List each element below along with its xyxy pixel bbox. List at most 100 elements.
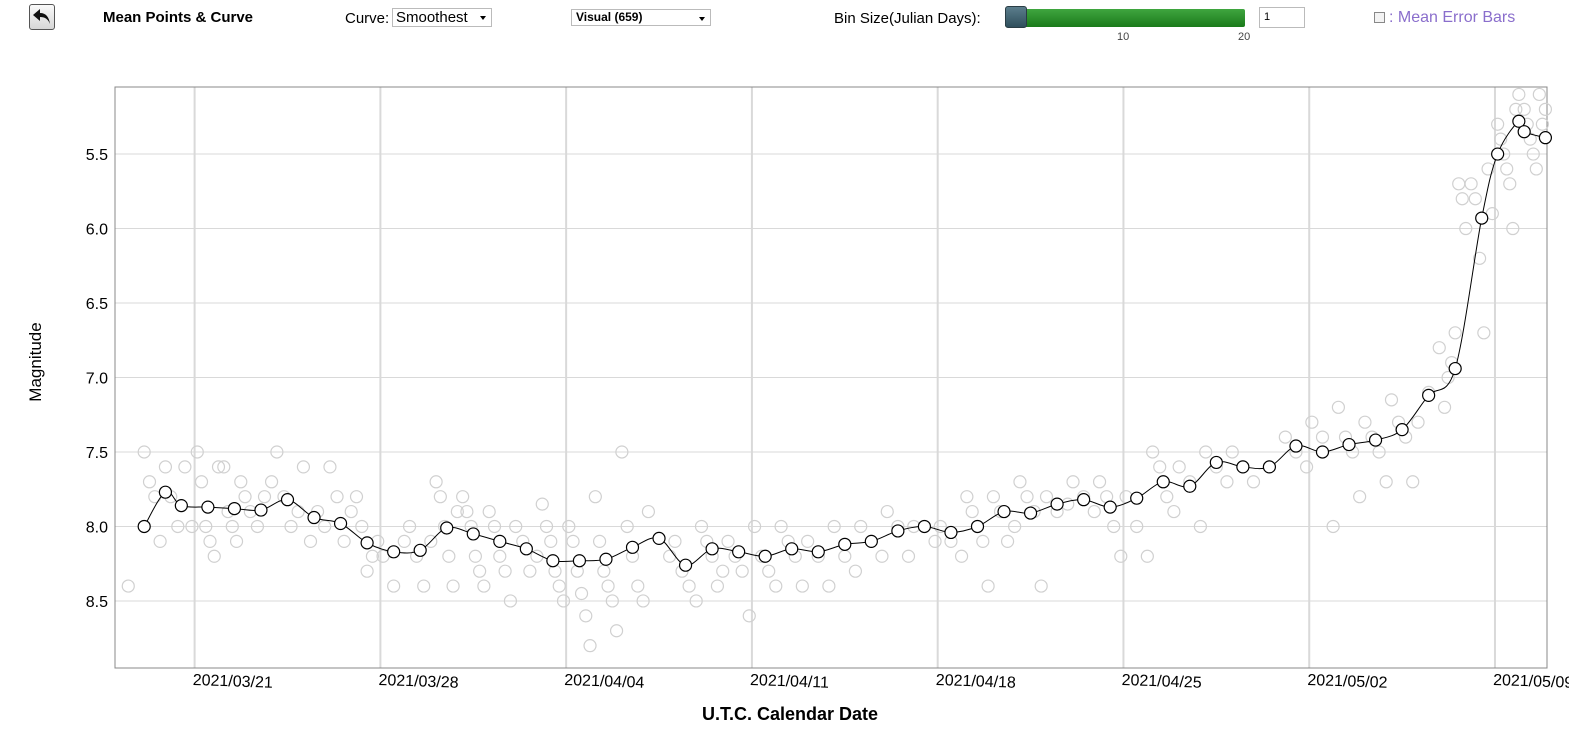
mean-point xyxy=(360,536,374,550)
mean-point xyxy=(201,500,215,514)
observation-point xyxy=(387,579,401,593)
observation-point xyxy=(158,460,173,474)
mean-point xyxy=(546,554,560,568)
x-tick-label: 2021/04/18 xyxy=(936,672,1017,692)
observation-point xyxy=(1448,326,1462,340)
observation-point xyxy=(1529,162,1543,176)
mean-point xyxy=(758,549,772,563)
observation-point xyxy=(769,579,783,593)
observation-point xyxy=(1087,504,1101,519)
observation-point xyxy=(1160,490,1174,504)
observation-point xyxy=(1092,475,1107,489)
mean-point xyxy=(1183,479,1197,493)
observation-point xyxy=(579,609,593,623)
observation-point xyxy=(1411,415,1425,429)
observation-point xyxy=(456,490,470,504)
mean-point xyxy=(864,534,878,548)
mean-point xyxy=(785,542,799,556)
x-axis-title: U.T.C. Calendar Date xyxy=(702,704,878,724)
observation-point xyxy=(1246,475,1261,489)
observation-point xyxy=(1384,393,1399,407)
observation-point xyxy=(762,564,776,578)
mean-point xyxy=(1368,433,1383,447)
observation-point xyxy=(574,586,589,601)
mean-point xyxy=(1538,131,1553,145)
mean-point xyxy=(1448,361,1462,376)
observation-point xyxy=(795,579,809,593)
observation-point xyxy=(1013,475,1027,489)
observation-point xyxy=(566,534,580,548)
observation-point xyxy=(1305,415,1319,429)
observation-point xyxy=(716,564,730,578)
mean-point xyxy=(1156,475,1170,489)
observation-point xyxy=(1114,549,1128,563)
y-tick-label: 6.0 xyxy=(86,222,108,239)
observation-point xyxy=(121,579,135,593)
mean-point xyxy=(466,527,480,541)
observation-point xyxy=(875,549,889,563)
mean-point xyxy=(440,521,454,535)
observation-point xyxy=(1468,192,1482,206)
mean-point xyxy=(1077,493,1091,507)
mean-point xyxy=(1422,388,1436,402)
mean-point xyxy=(1342,437,1356,452)
mean-point xyxy=(997,504,1011,519)
mean-point xyxy=(280,493,295,507)
observation-point xyxy=(960,490,974,504)
mean-point xyxy=(1315,445,1330,459)
mean-point xyxy=(158,485,173,499)
observation-point xyxy=(552,579,566,593)
observation-point xyxy=(1220,475,1234,489)
observation-point xyxy=(544,534,558,548)
mean-point xyxy=(732,545,746,559)
mean-point xyxy=(493,534,507,548)
observation-point xyxy=(360,564,374,578)
y-tick-label: 5.5 xyxy=(86,147,108,164)
observation-point xyxy=(433,490,447,504)
observation-point xyxy=(217,460,231,474)
observation-point xyxy=(153,534,167,548)
observation-point xyxy=(1315,430,1330,444)
observation-point xyxy=(735,564,749,578)
mean-point xyxy=(174,499,188,513)
observation-point xyxy=(493,549,507,563)
mean-point xyxy=(572,554,587,568)
mean-point xyxy=(227,501,242,516)
observation-point xyxy=(1432,341,1446,355)
y-tick-label: 7.5 xyxy=(86,445,108,462)
observation-point xyxy=(838,549,852,563)
observation-point xyxy=(291,504,305,519)
y-tick-label: 7.0 xyxy=(86,371,108,388)
observation-point xyxy=(1000,534,1015,548)
observation-point xyxy=(238,490,252,504)
observation-point xyxy=(976,534,990,548)
observation-point xyxy=(954,549,969,563)
observation-point xyxy=(450,504,464,519)
observation-point xyxy=(588,490,602,504)
observation-point xyxy=(801,534,815,548)
mean-point xyxy=(811,545,825,559)
mean-point xyxy=(137,519,151,534)
x-tick-label: 2021/03/21 xyxy=(192,672,273,692)
observation-point xyxy=(482,504,496,519)
mean-point xyxy=(333,516,348,531)
y-tick-label: 8.0 xyxy=(86,519,108,536)
observation-point xyxy=(349,490,364,504)
observation-point xyxy=(1437,400,1452,414)
observation-point xyxy=(721,534,735,548)
observation-point xyxy=(1503,177,1517,191)
mean-curve xyxy=(143,120,1546,566)
mean-point xyxy=(838,537,852,551)
observation-point xyxy=(1299,460,1314,474)
observation-point xyxy=(1517,102,1531,116)
observation-point xyxy=(1278,430,1292,444)
observation-point xyxy=(229,534,244,548)
mean-point xyxy=(1289,439,1303,453)
observation-point xyxy=(1452,177,1466,191)
observation-point xyxy=(710,579,725,593)
mean-point xyxy=(1491,147,1505,161)
observation-point xyxy=(663,549,677,563)
mean-points xyxy=(137,114,1553,572)
observation-point xyxy=(264,475,279,489)
observation-point xyxy=(429,475,443,489)
